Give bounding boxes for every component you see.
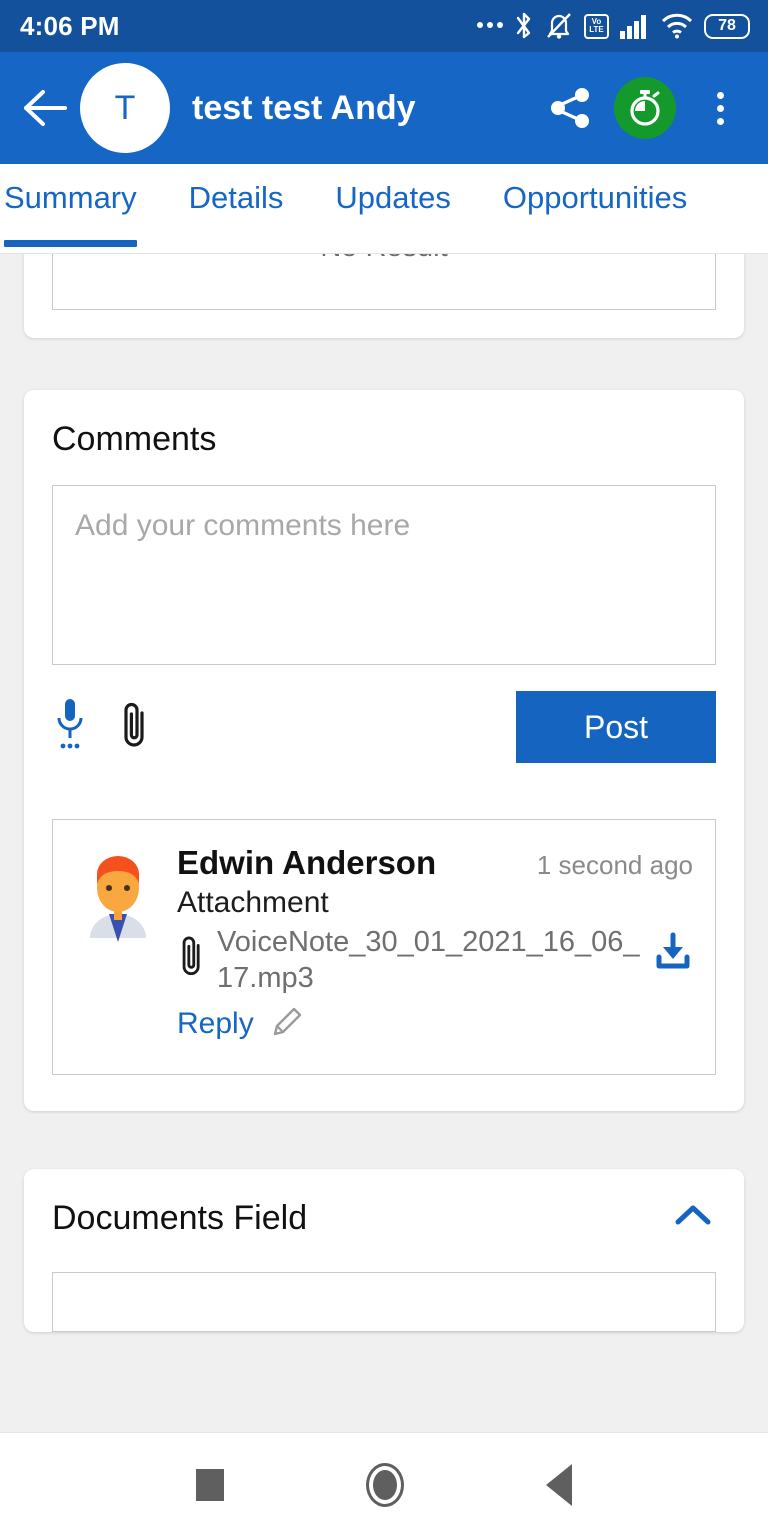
reply-link[interactable]: Reply <box>177 1007 254 1041</box>
compose-actions-row: Post <box>52 691 716 763</box>
download-icon[interactable] <box>653 924 693 977</box>
documents-field-header[interactable]: Documents Field <box>52 1199 716 1238</box>
tab-bar: Summary Details Updates Opportunities <box>0 164 768 254</box>
volte-icon: Vo LTE <box>584 13 609 39</box>
notifications-muted-icon <box>545 11 573 41</box>
user-avatar-illustration <box>75 844 161 1046</box>
comment-item: Edwin Anderson 1 second ago Attachment V… <box>52 819 716 1075</box>
battery-icon: 78 <box>704 13 750 39</box>
app-bar-actions <box>542 77 748 139</box>
no-result-label: No Result <box>320 254 447 309</box>
bluetooth-icon <box>514 11 534 41</box>
attachment-filename[interactable]: VoiceNote_30_01_2021_16_06_17.mp3 <box>217 924 643 997</box>
scroll-content[interactable]: No Result Comments Add your comments her… <box>0 254 768 1432</box>
tabs-strip: Summary Details Updates Opportunities <box>0 164 713 253</box>
tab-updates[interactable]: Updates <box>309 164 476 253</box>
share-icon[interactable] <box>542 80 598 136</box>
paperclip-icon[interactable] <box>118 697 152 758</box>
tab-opportunities[interactable]: Opportunities <box>477 164 713 253</box>
cellular-signal-icon <box>620 13 650 39</box>
documents-field-title: Documents Field <box>52 1198 308 1237</box>
microphone-icon[interactable] <box>52 696 88 759</box>
phone-screen: 4:06 PM Vo LTE 78 T test test Andy Summa… <box>0 0 768 1536</box>
battery-level-label: 78 <box>718 17 736 34</box>
app-bar: T test test Andy <box>0 52 768 164</box>
comment-subject: Attachment <box>177 886 329 919</box>
paperclip-icon <box>177 924 207 987</box>
comments-title: Comments <box>52 420 217 458</box>
volte-bottom-label: LTE <box>589 25 604 34</box>
status-bar: 4:06 PM Vo LTE 78 <box>0 0 768 52</box>
results-card: No Result <box>24 254 744 338</box>
more-dots-icon <box>477 21 503 31</box>
comments-card: Comments Add your comments here Post Edw… <box>24 390 744 1111</box>
comment-reply-row: Reply <box>177 1003 693 1046</box>
documents-field-card: Documents Field <box>24 1168 744 1332</box>
comment-timestamp: 1 second ago <box>536 850 693 880</box>
avatar-initial: T <box>114 88 136 127</box>
status-bar-clock: 4:06 PM <box>20 10 120 41</box>
tab-details[interactable]: Details <box>163 164 310 253</box>
comment-input[interactable]: Add your comments here <box>52 485 716 665</box>
post-button[interactable]: Post <box>516 691 716 763</box>
documents-field-input[interactable] <box>52 1271 716 1332</box>
recents-square-icon[interactable] <box>196 1468 224 1501</box>
pencil-icon[interactable] <box>268 1003 306 1046</box>
comment-body: Edwin Anderson 1 second ago Attachment V… <box>177 844 693 1046</box>
status-bar-icons: Vo LTE 78 <box>477 11 750 41</box>
comment-attachment-row: VoiceNote_30_01_2021_16_06_17.mp3 <box>177 924 693 997</box>
overflow-menu-icon[interactable] <box>692 80 748 136</box>
wifi-icon <box>661 13 693 39</box>
comment-header-row: Edwin Anderson 1 second ago <box>177 844 693 882</box>
stopwatch-icon[interactable] <box>614 77 676 139</box>
no-result-box: No Result <box>52 254 716 310</box>
tab-summary[interactable]: Summary <box>0 164 163 253</box>
comment-author: Edwin Anderson <box>177 844 437 881</box>
chevron-up-icon[interactable] <box>670 1201 716 1236</box>
back-triangle-icon[interactable] <box>546 1463 572 1506</box>
home-circle-icon[interactable] <box>366 1462 404 1507</box>
back-arrow-icon[interactable] <box>20 82 72 134</box>
avatar[interactable]: T <box>80 63 170 153</box>
page-title: test test Andy <box>192 88 416 127</box>
android-nav-bar <box>0 1432 768 1536</box>
